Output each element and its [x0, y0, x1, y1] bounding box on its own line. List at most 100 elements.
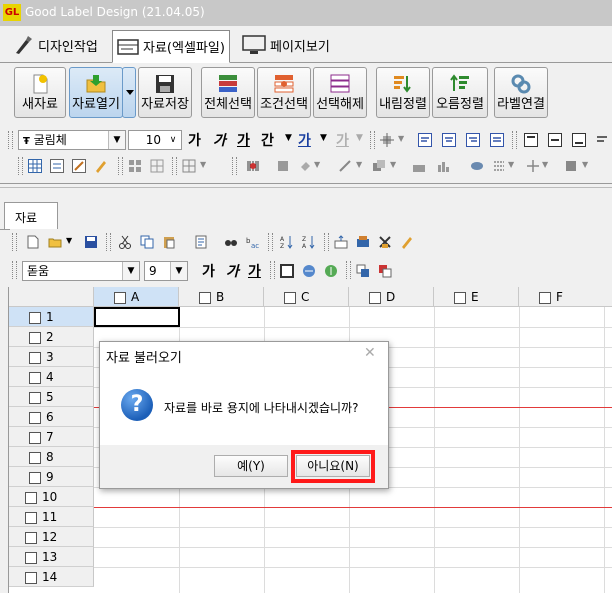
valign-bottom-icon[interactable]	[572, 133, 586, 147]
highlight-color-button[interactable]: 가	[336, 130, 349, 150]
list-icon[interactable]	[492, 159, 506, 173]
close-icon[interactable]: ✕	[364, 345, 376, 361]
toolbar-grip[interactable]	[270, 261, 275, 279]
row-header[interactable]: 9	[9, 467, 94, 487]
toolbar-grip[interactable]	[12, 261, 17, 279]
column-checkbox[interactable]	[454, 291, 466, 304]
row-checkbox[interactable]	[25, 571, 37, 584]
data-font-size-select[interactable]: 9 ▼	[144, 261, 188, 281]
row-checkbox[interactable]	[29, 391, 41, 404]
cut-icon[interactable]	[118, 235, 132, 249]
grid-layout-icon[interactable]	[128, 159, 142, 173]
border-icon[interactable]	[182, 159, 196, 173]
row-header[interactable]: 13	[9, 547, 94, 567]
column-header-d[interactable]: D	[349, 287, 434, 307]
yes-button[interactable]: 예(Y)	[214, 455, 288, 477]
tab-data[interactable]: 자료(엑셀파일)	[112, 30, 230, 63]
toolbar-grip[interactable]	[232, 157, 237, 175]
form-icon[interactable]	[50, 159, 64, 173]
toolbar-grip[interactable]	[324, 233, 329, 251]
toolbar-grip[interactable]	[8, 131, 13, 149]
chevron-down-icon[interactable]: ▼	[66, 236, 72, 245]
data-bold-button[interactable]: 가	[202, 261, 215, 281]
chevron-down-icon[interactable]: ▼	[314, 160, 320, 169]
open-folder-icon[interactable]	[48, 235, 62, 249]
chevron-down-icon[interactable]: ▼	[170, 262, 187, 280]
align-right-icon[interactable]	[466, 133, 480, 147]
tab-page-view[interactable]: 페이지보기	[238, 30, 334, 60]
pencil-icon[interactable]	[94, 159, 108, 173]
table-icon[interactable]	[28, 159, 42, 173]
row-header[interactable]: 3	[9, 347, 94, 367]
chevron-down-icon[interactable]: ▼	[398, 134, 404, 143]
save-disk-icon[interactable]	[84, 235, 98, 249]
insert-row-icon[interactable]	[334, 235, 348, 249]
export-icon[interactable]	[378, 264, 392, 278]
row-header[interactable]: 14	[9, 567, 94, 587]
align-left-icon[interactable]	[418, 133, 432, 147]
pencil-icon[interactable]	[400, 235, 414, 249]
chevron-down-icon[interactable]: ▼	[542, 160, 548, 169]
column-checkbox[interactable]	[284, 291, 296, 304]
data-italic-button[interactable]: 가	[226, 261, 239, 281]
line-color-icon[interactable]	[338, 159, 352, 173]
toolbar-grip[interactable]	[512, 131, 517, 149]
fill-color-icon[interactable]	[298, 159, 312, 173]
row-header[interactable]: 2	[9, 327, 94, 347]
row-header[interactable]: 10	[9, 487, 94, 507]
data-font-name-select[interactable]: 돋움 ▼	[22, 261, 140, 281]
row-checkbox[interactable]	[29, 311, 41, 324]
tab-data-sheet[interactable]: 자료	[4, 202, 58, 229]
toolbar-grip[interactable]	[18, 157, 23, 175]
arrange-icon[interactable]	[372, 159, 386, 173]
toolbar-grip[interactable]	[172, 157, 177, 175]
underline-button[interactable]: 가	[237, 130, 250, 150]
row-checkbox[interactable]	[29, 451, 41, 464]
new-data-button[interactable]: 새자료	[14, 67, 66, 118]
column-checkbox[interactable]	[199, 291, 211, 304]
cell-border-icon[interactable]	[280, 264, 294, 278]
link-label-button[interactable]: 라벨연결	[494, 67, 548, 118]
chevron-down-icon[interactable]: ▼	[356, 160, 362, 169]
row-checkbox[interactable]	[25, 511, 37, 524]
chevron-down-icon[interactable]: ▼	[508, 160, 514, 169]
row-checkbox[interactable]	[29, 351, 41, 364]
select-all-button[interactable]: 전체선택	[201, 67, 255, 118]
chevron-down-icon[interactable]: ▼	[390, 160, 396, 169]
chevron-down-icon[interactable]: ▼	[200, 160, 206, 169]
row-header[interactable]: 1	[9, 307, 94, 327]
chevron-down-icon[interactable]: ▼	[356, 133, 363, 143]
column-header-f[interactable]: F	[519, 287, 612, 307]
toolbar-grip[interactable]	[106, 233, 111, 251]
sort-ascending-button[interactable]: 오름정렬	[432, 67, 488, 118]
open-data-dropdown[interactable]	[122, 67, 136, 118]
chevron-down-icon[interactable]: ∨	[165, 131, 181, 149]
align-center-icon[interactable]	[442, 133, 456, 147]
grid-layout-icon[interactable]	[150, 159, 164, 173]
sort-descending-button[interactable]: 내림정렬	[376, 67, 430, 118]
barcode-icon[interactable]	[246, 159, 260, 173]
row-header[interactable]: 6	[9, 407, 94, 427]
active-cell[interactable]	[94, 307, 180, 327]
save-data-button[interactable]: 자료저장	[138, 67, 192, 118]
style-button[interactable]: 간	[261, 130, 274, 150]
italic-button[interactable]: 가	[213, 130, 226, 150]
row-header[interactable]: 11	[9, 507, 94, 527]
sort-descending-icon[interactable]: ZA	[302, 235, 316, 249]
row-header[interactable]: 12	[9, 527, 94, 547]
settings-icon[interactable]	[356, 235, 370, 249]
document-list-icon[interactable]	[194, 235, 208, 249]
toolbar-grip[interactable]	[370, 131, 375, 149]
row-checkbox[interactable]	[25, 491, 37, 504]
column-header-a[interactable]: A	[94, 287, 179, 307]
align-justify-icon[interactable]	[490, 133, 504, 147]
edit-form-icon[interactable]	[72, 159, 86, 173]
view-icon[interactable]	[470, 159, 484, 173]
font-color-button[interactable]: 가	[298, 130, 311, 150]
toolbar-grip[interactable]	[12, 233, 17, 251]
find-icon[interactable]	[224, 235, 238, 249]
row-checkbox[interactable]	[29, 431, 41, 444]
column-checkbox[interactable]	[114, 291, 126, 304]
paste-icon[interactable]	[162, 235, 176, 249]
chevron-down-icon[interactable]: ▼	[108, 131, 125, 149]
